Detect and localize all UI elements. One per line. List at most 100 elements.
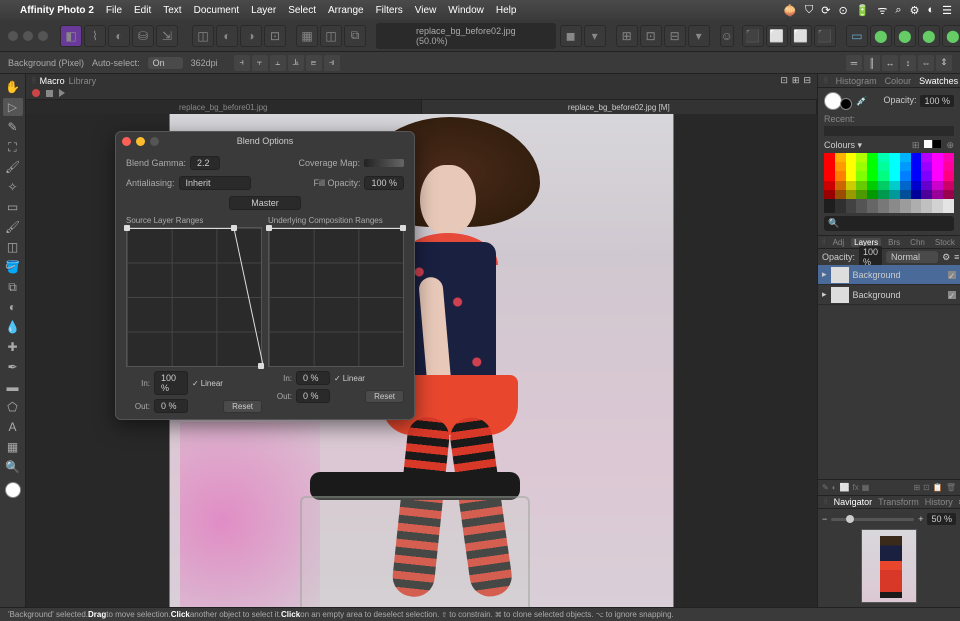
fx-icon[interactable]: ⬜ [840,483,850,492]
layer-gear-icon[interactable]: ⚙ [942,252,950,263]
grid-button[interactable]: ▦ [296,25,318,47]
selection-brush-tool[interactable]: 🖌 [3,158,23,176]
order-back-button[interactable]: ⬛ [742,25,764,47]
shape-tool[interactable]: ⬠ [3,398,23,416]
macro-opt2-icon[interactable]: ⊞ [792,75,800,86]
autolevels-button[interactable]: ◫ [192,25,214,47]
gamma-input[interactable]: 2.2 [190,156,220,170]
mesh-tool[interactable]: ▦ [3,438,23,456]
autoselect-dropdown[interactable]: On [148,57,183,69]
gradient-tool[interactable]: ▬ [3,378,23,396]
align-top-icon[interactable]: ⫡ [288,55,304,71]
menu-document[interactable]: Document [194,5,240,16]
layer-menu2-icon[interactable]: ≡ [954,252,959,262]
source-ranges-graph[interactable] [126,227,262,367]
menu-filters[interactable]: Filters [376,5,403,16]
window-minimize-icon[interactable] [23,31,33,41]
shield-icon[interactable]: ⛉ [805,4,813,17]
search-icon[interactable]: ⌕ [895,4,901,17]
liquify-persona-button[interactable]: ⌇ [84,25,106,47]
zoom-slider[interactable] [831,518,914,521]
subtract-button[interactable]: ⬤ [894,25,916,47]
flood-select-tool[interactable]: ✧ [3,178,23,196]
eyedropper-icon[interactable]: 💉 [856,96,867,107]
order-backward-button[interactable]: ⬜ [766,25,788,47]
brs-tab[interactable]: Brs [885,238,903,247]
histogram-tab[interactable]: Histogram [836,76,877,86]
assist-button[interactable]: ☺ [720,25,734,47]
fill-tool[interactable]: 🪣 [3,258,23,276]
black-swatch[interactable] [933,140,941,148]
dialog-minimize-icon[interactable] [136,137,145,146]
erase-tool[interactable]: ◫ [3,238,23,256]
adj-tab[interactable]: Adj [830,238,848,247]
fx-icon[interactable]: ✎ [822,483,829,492]
play-button[interactable] [59,89,65,97]
distribute-v-icon[interactable]: ║ [864,55,880,71]
fx-icon[interactable]: ▦ [862,483,870,492]
antialias-select[interactable]: Inherit [179,176,251,190]
menu-file[interactable]: File [106,5,122,16]
zoom-in-button[interactable]: + [918,514,923,524]
align-bottom-icon[interactable]: ⫣ [324,55,340,71]
snap4-button[interactable]: ▾ [688,25,710,47]
equal-h-icon[interactable]: ⇔ [918,55,934,71]
layer-expand-icon[interactable]: ▸ [822,289,827,300]
text-tool[interactable]: A [3,418,23,436]
healing-tool[interactable]: ✚ [3,338,23,356]
menu-layer[interactable]: Layer [251,5,276,16]
stop-button[interactable] [46,90,53,97]
layer-row-0[interactable]: ▸ Background ✓ [818,265,960,285]
menu-view[interactable]: View [415,5,437,16]
order-forward-button[interactable]: ⬜ [790,25,812,47]
source-reset-button[interactable]: Reset [223,400,262,413]
fg-color[interactable] [824,92,842,110]
fill-opacity-input[interactable]: 100 % [364,176,404,190]
export-persona-button[interactable]: ⇲ [156,25,178,47]
fx-icon[interactable]: 📋 [933,483,943,492]
fx-icon[interactable]: ⊞ [913,483,920,492]
align-center-icon[interactable]: ⫟ [252,55,268,71]
clone-tool[interactable]: ⧉ [3,278,23,296]
navigator-thumbnail[interactable] [861,529,917,603]
window-close-icon[interactable] [8,31,18,41]
crop-tool[interactable]: ⛶ [3,138,23,156]
under-linear-checkbox[interactable]: ✓ [334,374,341,383]
foreground-color[interactable] [5,482,21,498]
source-linear-checkbox[interactable]: ✓ [192,379,199,388]
develop-persona-button[interactable]: ◐ [108,25,130,47]
blend-mode-select[interactable]: Normal [886,251,938,263]
source-in-input[interactable]: 100 % [154,371,188,395]
layer-visible-0[interactable]: ✓ [948,271,956,279]
library-tab[interactable]: Library [69,76,97,86]
source-out-input[interactable]: 0 % [154,399,188,413]
status-icon[interactable]: 🧅 [783,4,797,17]
menu-arrange[interactable]: Arrange [328,5,364,16]
distribute-h-icon[interactable]: ═ [846,55,862,71]
doc-tab-2[interactable]: replace_bg_before02.jpg [M] [422,100,818,114]
snap2-button[interactable]: ⊡ [640,25,662,47]
bg-color[interactable] [840,98,852,110]
marquee-tool[interactable]: ▭ [3,198,23,216]
swatches-tab[interactable]: Swatches [919,76,958,86]
grid-toggle-icon[interactable]: ⊞ [912,140,920,151]
tone-persona-button[interactable]: ⛁ [132,25,154,47]
notifications-icon[interactable]: ☰ [942,4,952,17]
control-center-icon[interactable]: ⚙ [910,4,920,17]
window-maximize-icon[interactable] [38,31,48,41]
fx-icon[interactable]: 🗑 [946,483,956,492]
fx-icon[interactable]: fx [853,483,859,492]
sync-icon[interactable]: ⟳ [821,4,830,17]
fx-icon[interactable]: ◐ [832,483,837,492]
menu-text[interactable]: Text [163,5,181,16]
zoom-tool[interactable]: 🔍 [3,458,23,476]
under-out-input[interactable]: 0 % [296,389,330,403]
dialog-close-icon[interactable] [122,137,131,146]
swatch-search[interactable]: 🔍 [824,216,954,231]
order-front-button[interactable]: ⬛ [814,25,836,47]
hand-tool[interactable]: ✋ [3,78,23,96]
siri-icon[interactable]: ◐ [927,4,934,16]
chn-tab[interactable]: Chn [907,238,928,247]
stock-tab[interactable]: Stock [932,238,958,247]
add-button[interactable]: ⬤ [870,25,892,47]
